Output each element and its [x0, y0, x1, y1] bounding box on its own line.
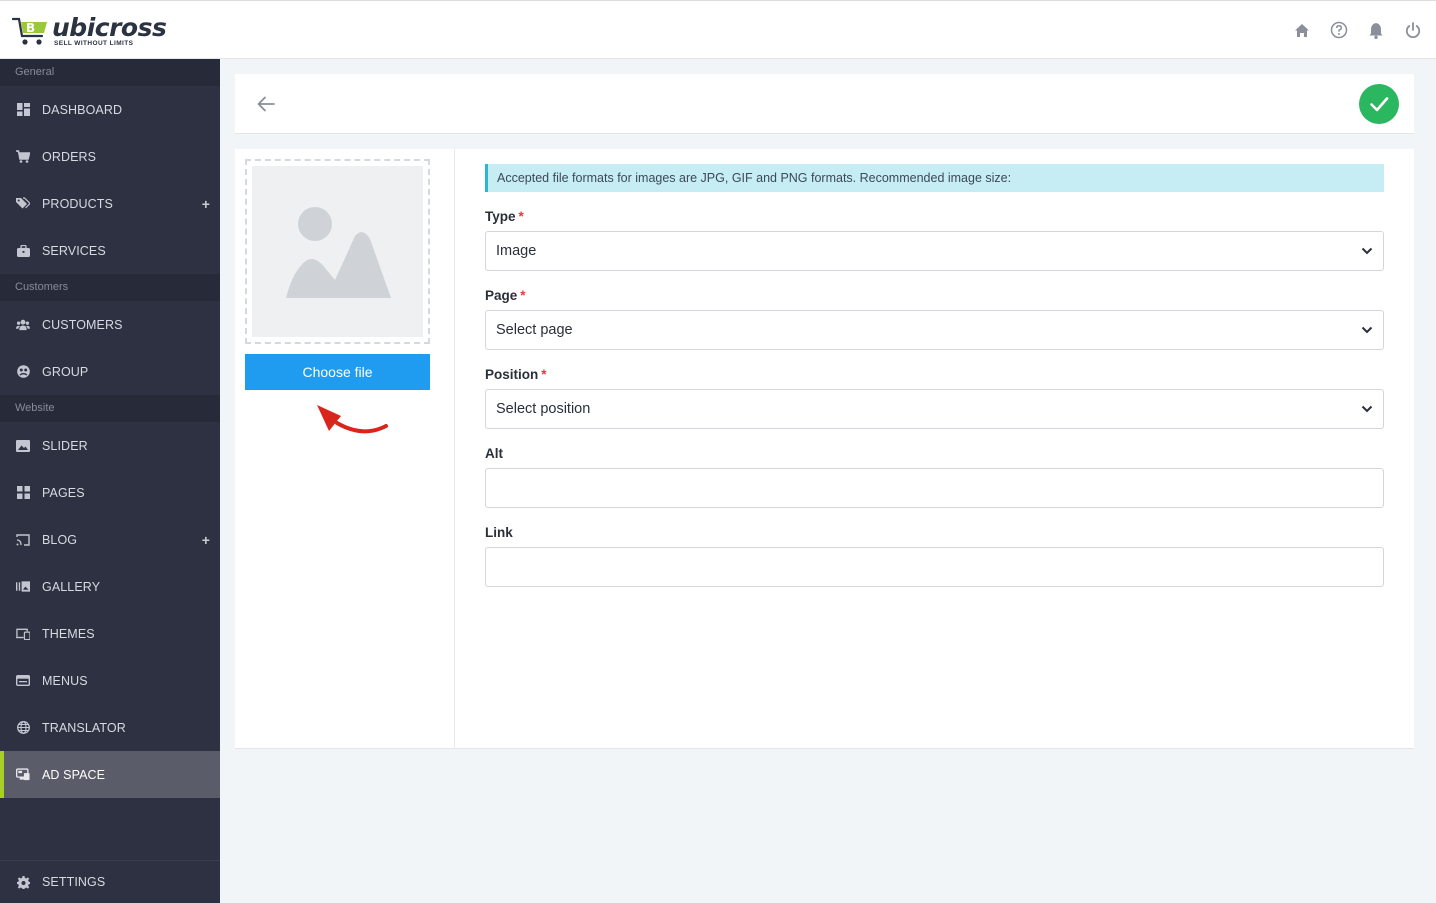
sidebar-item-label: CUSTOMERS — [42, 317, 123, 332]
sidebar-item-label: DASHBOARD — [42, 102, 123, 117]
position-select[interactable]: Select position — [485, 389, 1384, 429]
home-icon[interactable] — [1293, 21, 1311, 39]
briefcase-icon — [16, 244, 30, 258]
link-field: Link — [485, 525, 1384, 587]
users-icon — [16, 318, 30, 332]
sidebar-section-website: Website — [0, 395, 220, 422]
chevron-down-icon — [1361, 324, 1373, 340]
sidebar: General DASHBOARD ORDERS PRODUCTS + SERV… — [0, 59, 220, 903]
sidebar-item-label: PAGES — [42, 485, 85, 500]
page-header-card — [235, 74, 1414, 134]
alt-field: Alt — [485, 446, 1384, 508]
page-select-value: Select page — [496, 322, 573, 338]
sidebar-item-label: TRANSLATOR — [42, 720, 126, 735]
sidebar-item-label: GROUP — [42, 364, 89, 379]
brand-name: ubicross — [52, 12, 167, 42]
image-dropzone[interactable] — [245, 159, 430, 344]
sidebar-item-label: PRODUCTS — [42, 196, 113, 211]
save-button[interactable] — [1359, 84, 1399, 124]
cart-logo-icon: B — [11, 14, 50, 48]
sidebar-item-orders[interactable]: ORDERS — [0, 133, 220, 180]
sidebar-item-gallery[interactable]: GALLERY — [0, 563, 220, 610]
devices-icon — [16, 627, 30, 641]
image-icon — [16, 439, 30, 453]
position-field: Position * Select position — [485, 367, 1384, 429]
image-placeholder — [252, 166, 423, 337]
menu-icon — [16, 674, 30, 688]
link-label: Link — [485, 525, 513, 540]
sidebar-item-dashboard[interactable]: DASHBOARD — [0, 86, 220, 133]
required-marker: * — [520, 288, 526, 303]
sidebar-item-label: BLOG — [42, 532, 78, 547]
ad-icon — [16, 768, 30, 782]
sidebar-item-label: AD SPACE — [42, 767, 106, 782]
sidebar-item-menus[interactable]: MENUS — [0, 657, 220, 704]
choose-file-button[interactable]: Choose file — [245, 354, 430, 390]
sidebar-item-themes[interactable]: THEMES — [0, 610, 220, 657]
brand-tagline: SELL WITHOUT LIMITS — [54, 39, 134, 47]
group-icon — [16, 365, 30, 379]
tags-icon — [16, 197, 30, 211]
image-upload-column: Choose file — [235, 149, 455, 749]
sidebar-item-group[interactable]: GROUP — [0, 348, 220, 395]
sidebar-item-label: MENUS — [42, 673, 88, 688]
chevron-down-icon — [1361, 245, 1373, 261]
globe-icon — [16, 721, 30, 735]
sidebar-item-services[interactable]: SERVICES — [0, 227, 220, 274]
required-marker: * — [518, 209, 524, 224]
sidebar-item-slider[interactable]: SLIDER — [0, 422, 220, 469]
link-input[interactable] — [485, 547, 1384, 587]
sidebar-item-label: THEMES — [42, 626, 95, 641]
page-select[interactable]: Select page — [485, 310, 1384, 350]
file-format-notice: Accepted file formats for images are JPG… — [485, 164, 1384, 192]
pages-icon — [16, 486, 30, 500]
expand-plus-icon[interactable]: + — [202, 196, 210, 212]
sidebar-item-products[interactable]: PRODUCTS + — [0, 180, 220, 227]
help-icon[interactable] — [1330, 21, 1348, 39]
top-header: B ubicross SELL WITHOUT LIMITS — [0, 0, 1436, 59]
required-marker: * — [541, 367, 547, 382]
sidebar-item-ad-space[interactable]: AD SPACE — [0, 751, 220, 798]
type-label: Type * — [485, 209, 524, 224]
sidebar-item-label: SLIDER — [42, 438, 88, 453]
red-arrow-annotation — [313, 403, 389, 444]
alt-label: Alt — [485, 446, 503, 461]
brand-logo[interactable]: B ubicross SELL WITHOUT LIMITS — [11, 13, 167, 49]
page-label: Page * — [485, 288, 526, 303]
bell-icon[interactable] — [1367, 21, 1385, 39]
gallery-icon — [16, 580, 30, 594]
form-fields: Accepted file formats for images are JPG… — [485, 164, 1384, 587]
dashboard-icon — [16, 103, 30, 117]
alt-input[interactable] — [485, 468, 1384, 508]
sidebar-item-pages[interactable]: PAGES — [0, 469, 220, 516]
sidebar-item-label: ORDERS — [42, 149, 97, 164]
gear-icon — [16, 875, 30, 889]
expand-plus-icon[interactable]: + — [202, 532, 210, 548]
sidebar-item-translator[interactable]: TRANSLATOR — [0, 704, 220, 751]
power-icon[interactable] — [1404, 21, 1422, 39]
checkmark-icon — [1370, 97, 1389, 112]
cast-icon — [16, 533, 30, 547]
sidebar-item-label: SETTINGS — [42, 875, 106, 889]
type-field: Type * Image — [485, 209, 1384, 271]
image-placeholder-icon — [285, 206, 391, 298]
ad-form-card: Choose file Accepted file formats for im… — [235, 149, 1414, 749]
position-label: Position * — [485, 367, 547, 382]
type-select-value: Image — [496, 243, 537, 259]
svg-text:B: B — [26, 21, 35, 35]
sidebar-item-customers[interactable]: CUSTOMERS — [0, 301, 220, 348]
sidebar-item-label: SERVICES — [42, 243, 106, 258]
sidebar-section-general: General — [0, 59, 220, 86]
sidebar-item-label: GALLERY — [42, 579, 101, 594]
page-field: Page * Select page — [485, 288, 1384, 350]
chevron-down-icon — [1361, 403, 1373, 419]
cart-icon — [16, 150, 30, 164]
sidebar-item-blog[interactable]: BLOG + — [0, 516, 220, 563]
position-select-value: Select position — [496, 401, 591, 417]
sidebar-section-customers: Customers — [0, 274, 220, 301]
back-arrow-icon[interactable] — [255, 93, 277, 115]
sidebar-item-settings[interactable]: SETTINGS — [0, 860, 220, 903]
type-select[interactable]: Image — [485, 231, 1384, 271]
